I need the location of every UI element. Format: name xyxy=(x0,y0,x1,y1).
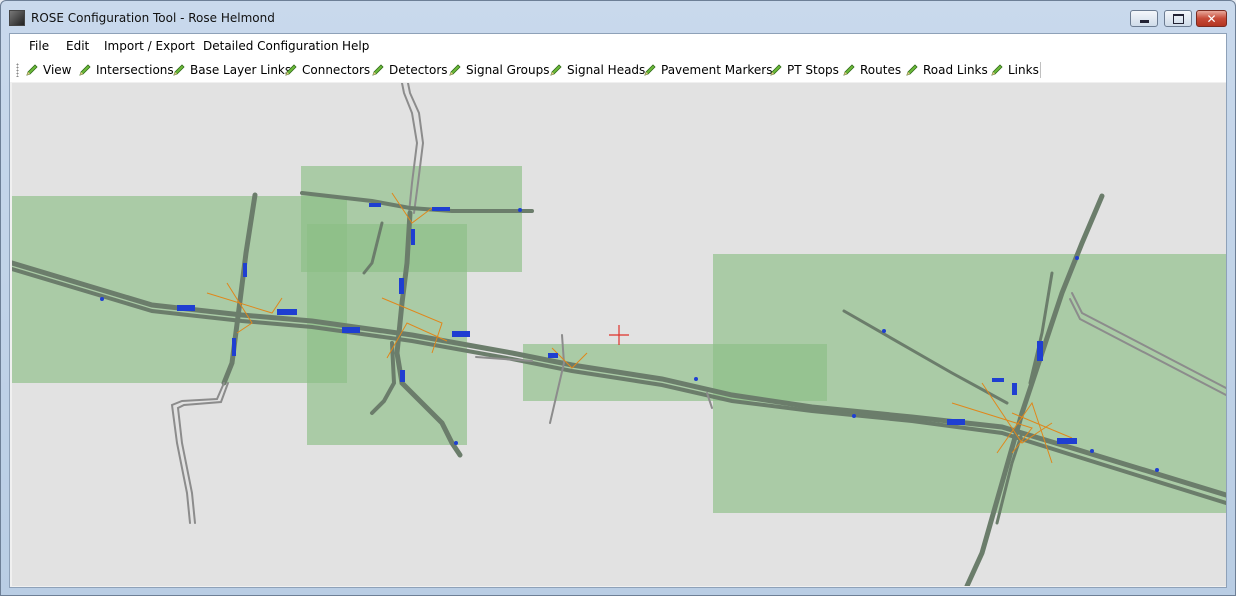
intersection-area xyxy=(307,224,467,445)
toolbar-label: Road Links xyxy=(923,63,988,77)
detector xyxy=(1037,341,1043,361)
detector xyxy=(454,441,458,445)
toolbar-label: Links xyxy=(1008,63,1039,77)
menu-edit[interactable]: Edit xyxy=(66,39,89,53)
detector xyxy=(1155,468,1159,472)
pencil-icon xyxy=(842,63,856,77)
detector xyxy=(694,377,698,381)
menu-detailed-configuration[interactable]: Detailed Configuration xyxy=(203,39,339,53)
toolbar-label: PT Stops xyxy=(787,63,839,77)
close-button[interactable]: ✕ xyxy=(1196,10,1227,27)
toolbar-button-view[interactable]: View xyxy=(25,61,71,79)
pencil-icon xyxy=(172,63,186,77)
detector xyxy=(548,353,558,358)
toolbar-button-pt-stops[interactable]: PT Stops xyxy=(769,61,839,79)
detector xyxy=(277,309,297,315)
network-map[interactable] xyxy=(12,83,1226,586)
client-area: File Edit Import / Export Detailed Confi… xyxy=(9,33,1227,588)
application-window: ROSE Configuration Tool - Rose Helmond ✕… xyxy=(0,0,1236,596)
menu-import-export[interactable]: Import / Export xyxy=(104,39,195,53)
toolbar-button-base-layer-links[interactable]: Base Layer Links xyxy=(172,61,291,79)
toolbar-button-links[interactable]: Links xyxy=(990,61,1039,79)
pencil-icon xyxy=(643,63,657,77)
pencil-icon xyxy=(769,63,783,77)
toolbar-label: Signal Groups xyxy=(466,63,550,77)
detector xyxy=(852,414,856,418)
toolbar-button-road-links[interactable]: Road Links xyxy=(905,61,988,79)
toolbar-button-signal-groups[interactable]: Signal Groups xyxy=(448,61,549,79)
detector xyxy=(452,331,470,337)
detector xyxy=(992,378,1004,382)
detector xyxy=(232,338,236,356)
detector xyxy=(100,297,104,301)
toolbar-button-detectors[interactable]: Detectors xyxy=(371,61,448,79)
detector xyxy=(882,329,886,333)
toolbar-button-signal-heads[interactable]: Signal Heads xyxy=(549,61,645,79)
detector xyxy=(1090,449,1094,453)
detector xyxy=(411,229,415,245)
close-icon: ✕ xyxy=(1206,11,1217,26)
toolbar-label: Connectors xyxy=(302,63,371,77)
pencil-icon xyxy=(905,63,919,77)
detector xyxy=(400,370,405,382)
app-icon[interactable] xyxy=(9,10,25,26)
title-bar[interactable]: ROSE Configuration Tool - Rose Helmond ✕ xyxy=(1,1,1235,33)
detector xyxy=(399,278,404,294)
maximize-button[interactable] xyxy=(1164,10,1192,27)
minimize-icon xyxy=(1139,20,1149,23)
detector xyxy=(947,419,965,425)
toolbar-label: Base Layer Links xyxy=(190,63,292,77)
detector xyxy=(432,207,450,211)
pencil-icon xyxy=(549,63,563,77)
toolbar-button-intersections[interactable]: Intersections xyxy=(78,61,174,79)
toolbar-label: Signal Heads xyxy=(567,63,646,77)
detector xyxy=(1012,383,1017,395)
detector xyxy=(243,263,247,277)
pencil-icon xyxy=(371,63,385,77)
detector xyxy=(342,327,360,333)
intersection-area xyxy=(12,196,347,383)
maximize-icon xyxy=(1172,13,1184,24)
pencil-icon xyxy=(284,63,298,77)
pencil-icon xyxy=(448,63,462,77)
detector xyxy=(177,305,195,311)
map-canvas[interactable] xyxy=(12,83,1226,586)
menu-file[interactable]: File xyxy=(29,39,49,53)
detector xyxy=(1075,256,1079,260)
toolbar-button-connectors[interactable]: Connectors xyxy=(284,61,370,79)
toolbar-label: Pavement Markers xyxy=(661,63,773,77)
toolbar-button-pavement-markers[interactable]: Pavement Markers xyxy=(643,61,772,79)
pencil-icon xyxy=(990,63,1004,77)
toolbar: View Intersections Base Layer Links Connect… xyxy=(10,58,1226,82)
toolbar-button-routes[interactable]: Routes xyxy=(842,61,901,79)
minimize-button[interactable] xyxy=(1130,10,1158,27)
detector xyxy=(1057,438,1077,444)
toolbar-label: Intersections xyxy=(96,63,174,77)
menu-help[interactable]: Help xyxy=(342,39,369,53)
toolbar-label: View xyxy=(43,63,72,77)
toolbar-label: Routes xyxy=(860,63,902,77)
pencil-icon xyxy=(25,63,39,77)
menu-bar: File Edit Import / Export Detailed Confi… xyxy=(10,34,1226,58)
window-title: ROSE Configuration Tool - Rose Helmond xyxy=(31,11,275,25)
detector xyxy=(518,208,522,212)
toolbar-label: Detectors xyxy=(389,63,448,77)
toolbar-separator xyxy=(1040,62,1041,78)
pencil-icon xyxy=(78,63,92,77)
detector xyxy=(369,203,381,207)
toolbar-grip[interactable] xyxy=(16,63,19,77)
